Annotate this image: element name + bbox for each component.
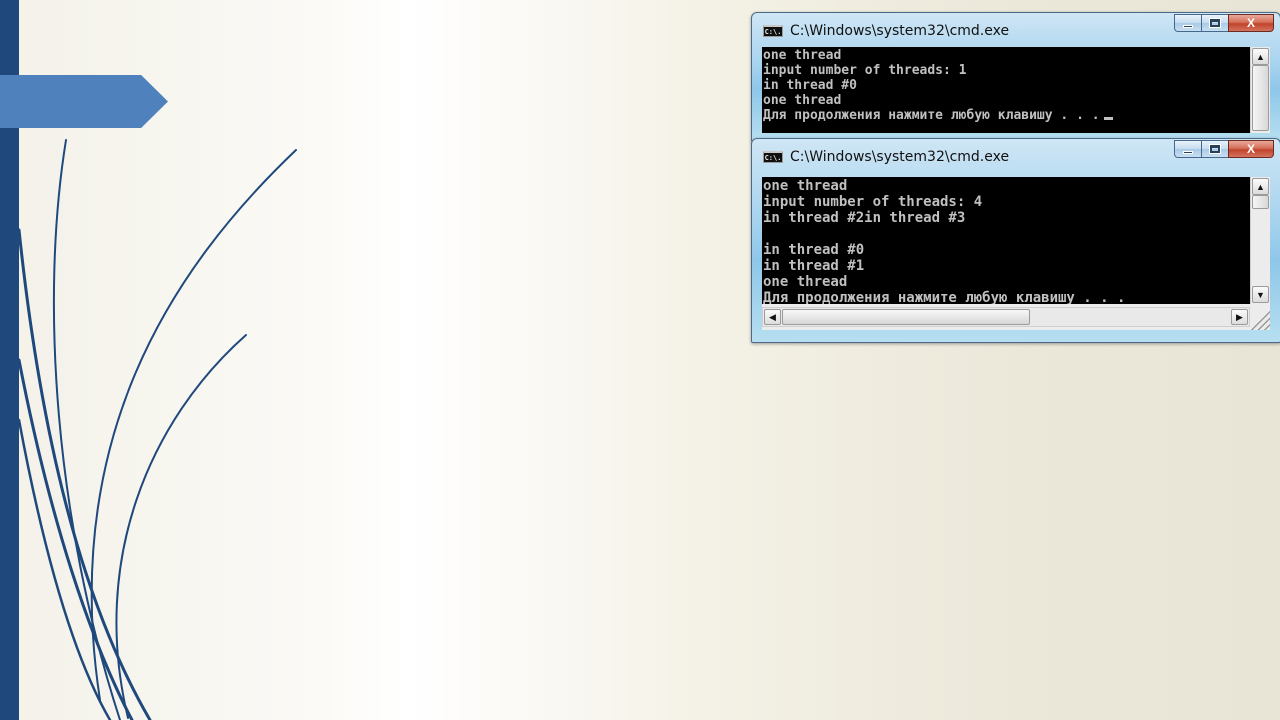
minimize-icon [1183, 24, 1193, 28]
console-line: Для продолжения нажмите любую клавишу . … [763, 108, 1100, 123]
horizontal-scroll-area: ◀ ▶ [762, 304, 1270, 330]
console-line: one thread [763, 48, 842, 63]
console-line: one thread [763, 274, 848, 290]
console-output[interactable]: one thread input number of threads: 4 in… [762, 177, 1270, 304]
scroll-thumb[interactable] [1252, 65, 1269, 131]
maximize-icon [1209, 144, 1221, 154]
console-line: input number of threads: 1 [763, 63, 967, 78]
vertical-scrollbar[interactable]: ▲ [1250, 47, 1270, 133]
scroll-left-button[interactable]: ◀ [764, 309, 781, 325]
close-button[interactable]: X [1228, 14, 1274, 32]
cmd-window-back[interactable]: C:\. C:\Windows\system32\cmd.exe X one t… [751, 12, 1280, 142]
console-line: input number of threads: 4 [763, 194, 983, 210]
scroll-right-button[interactable]: ▶ [1231, 309, 1248, 325]
scroll-down-button[interactable]: ▼ [1252, 286, 1269, 303]
arrow-down-icon: ▼ [1256, 289, 1265, 300]
console-line: Для продолжения нажмите любую клавишу . … [763, 290, 1126, 304]
scroll-up-button[interactable]: ▲ [1252, 48, 1269, 65]
console-line: in thread #1 [763, 258, 865, 274]
window-title: C:\Windows\system32\cmd.exe [790, 149, 1010, 165]
close-icon: X [1246, 142, 1255, 156]
maximize-icon [1209, 18, 1221, 28]
window-controls: X [1174, 140, 1274, 160]
scroll-thumb[interactable] [1252, 195, 1269, 209]
horizontal-scroll-thumb[interactable] [782, 309, 1030, 325]
window-titlebar[interactable]: C:\. C:\Windows\system32\cmd.exe X [752, 139, 1280, 173]
arrow-up-icon: ▲ [1256, 51, 1265, 62]
arrow-right-icon: ▶ [1236, 311, 1243, 322]
swoosh-line [17, 228, 152, 720]
minimize-button[interactable] [1174, 14, 1201, 32]
scroll-up-button[interactable]: ▲ [1252, 178, 1269, 195]
window-titlebar[interactable]: C:\. C:\Windows\system32\cmd.exe X [752, 13, 1280, 47]
arrow-up-icon: ▲ [1256, 181, 1265, 192]
maximize-button[interactable] [1201, 140, 1228, 158]
console-output[interactable]: one thread input number of threads: 1 in… [762, 47, 1270, 133]
window-controls: X [1174, 14, 1274, 34]
maximize-button[interactable] [1201, 14, 1228, 32]
swoosh-line [52, 139, 121, 720]
window-title: C:\Windows\system32\cmd.exe [790, 23, 1010, 39]
decorative-swoosh-lines [17, 139, 297, 720]
console-line: in thread #0 [763, 78, 857, 93]
text-cursor [1103, 117, 1113, 120]
close-button[interactable]: X [1228, 140, 1274, 158]
swoosh-line [115, 334, 247, 719]
close-icon: X [1246, 16, 1255, 30]
cmd-icon: C:\. [763, 25, 783, 37]
swoosh-line [90, 149, 297, 701]
console-line: in thread #0 [763, 242, 865, 258]
console-line: one thread [763, 93, 842, 108]
console-line: in thread #2in thread #3 [763, 210, 966, 226]
minimize-button[interactable] [1174, 140, 1201, 158]
cmd-icon: C:\. [763, 151, 783, 163]
console-line: one thread [763, 178, 848, 194]
resize-grip-icon[interactable] [1250, 307, 1270, 330]
minimize-icon [1183, 150, 1193, 154]
arrow-left-icon: ◀ [769, 311, 776, 322]
vertical-scrollbar[interactable]: ▲ ▼ [1250, 177, 1270, 304]
horizontal-scrollbar[interactable]: ◀ ▶ [762, 307, 1250, 327]
cmd-window-front[interactable]: C:\. C:\Windows\system32\cmd.exe X one t… [751, 138, 1280, 343]
